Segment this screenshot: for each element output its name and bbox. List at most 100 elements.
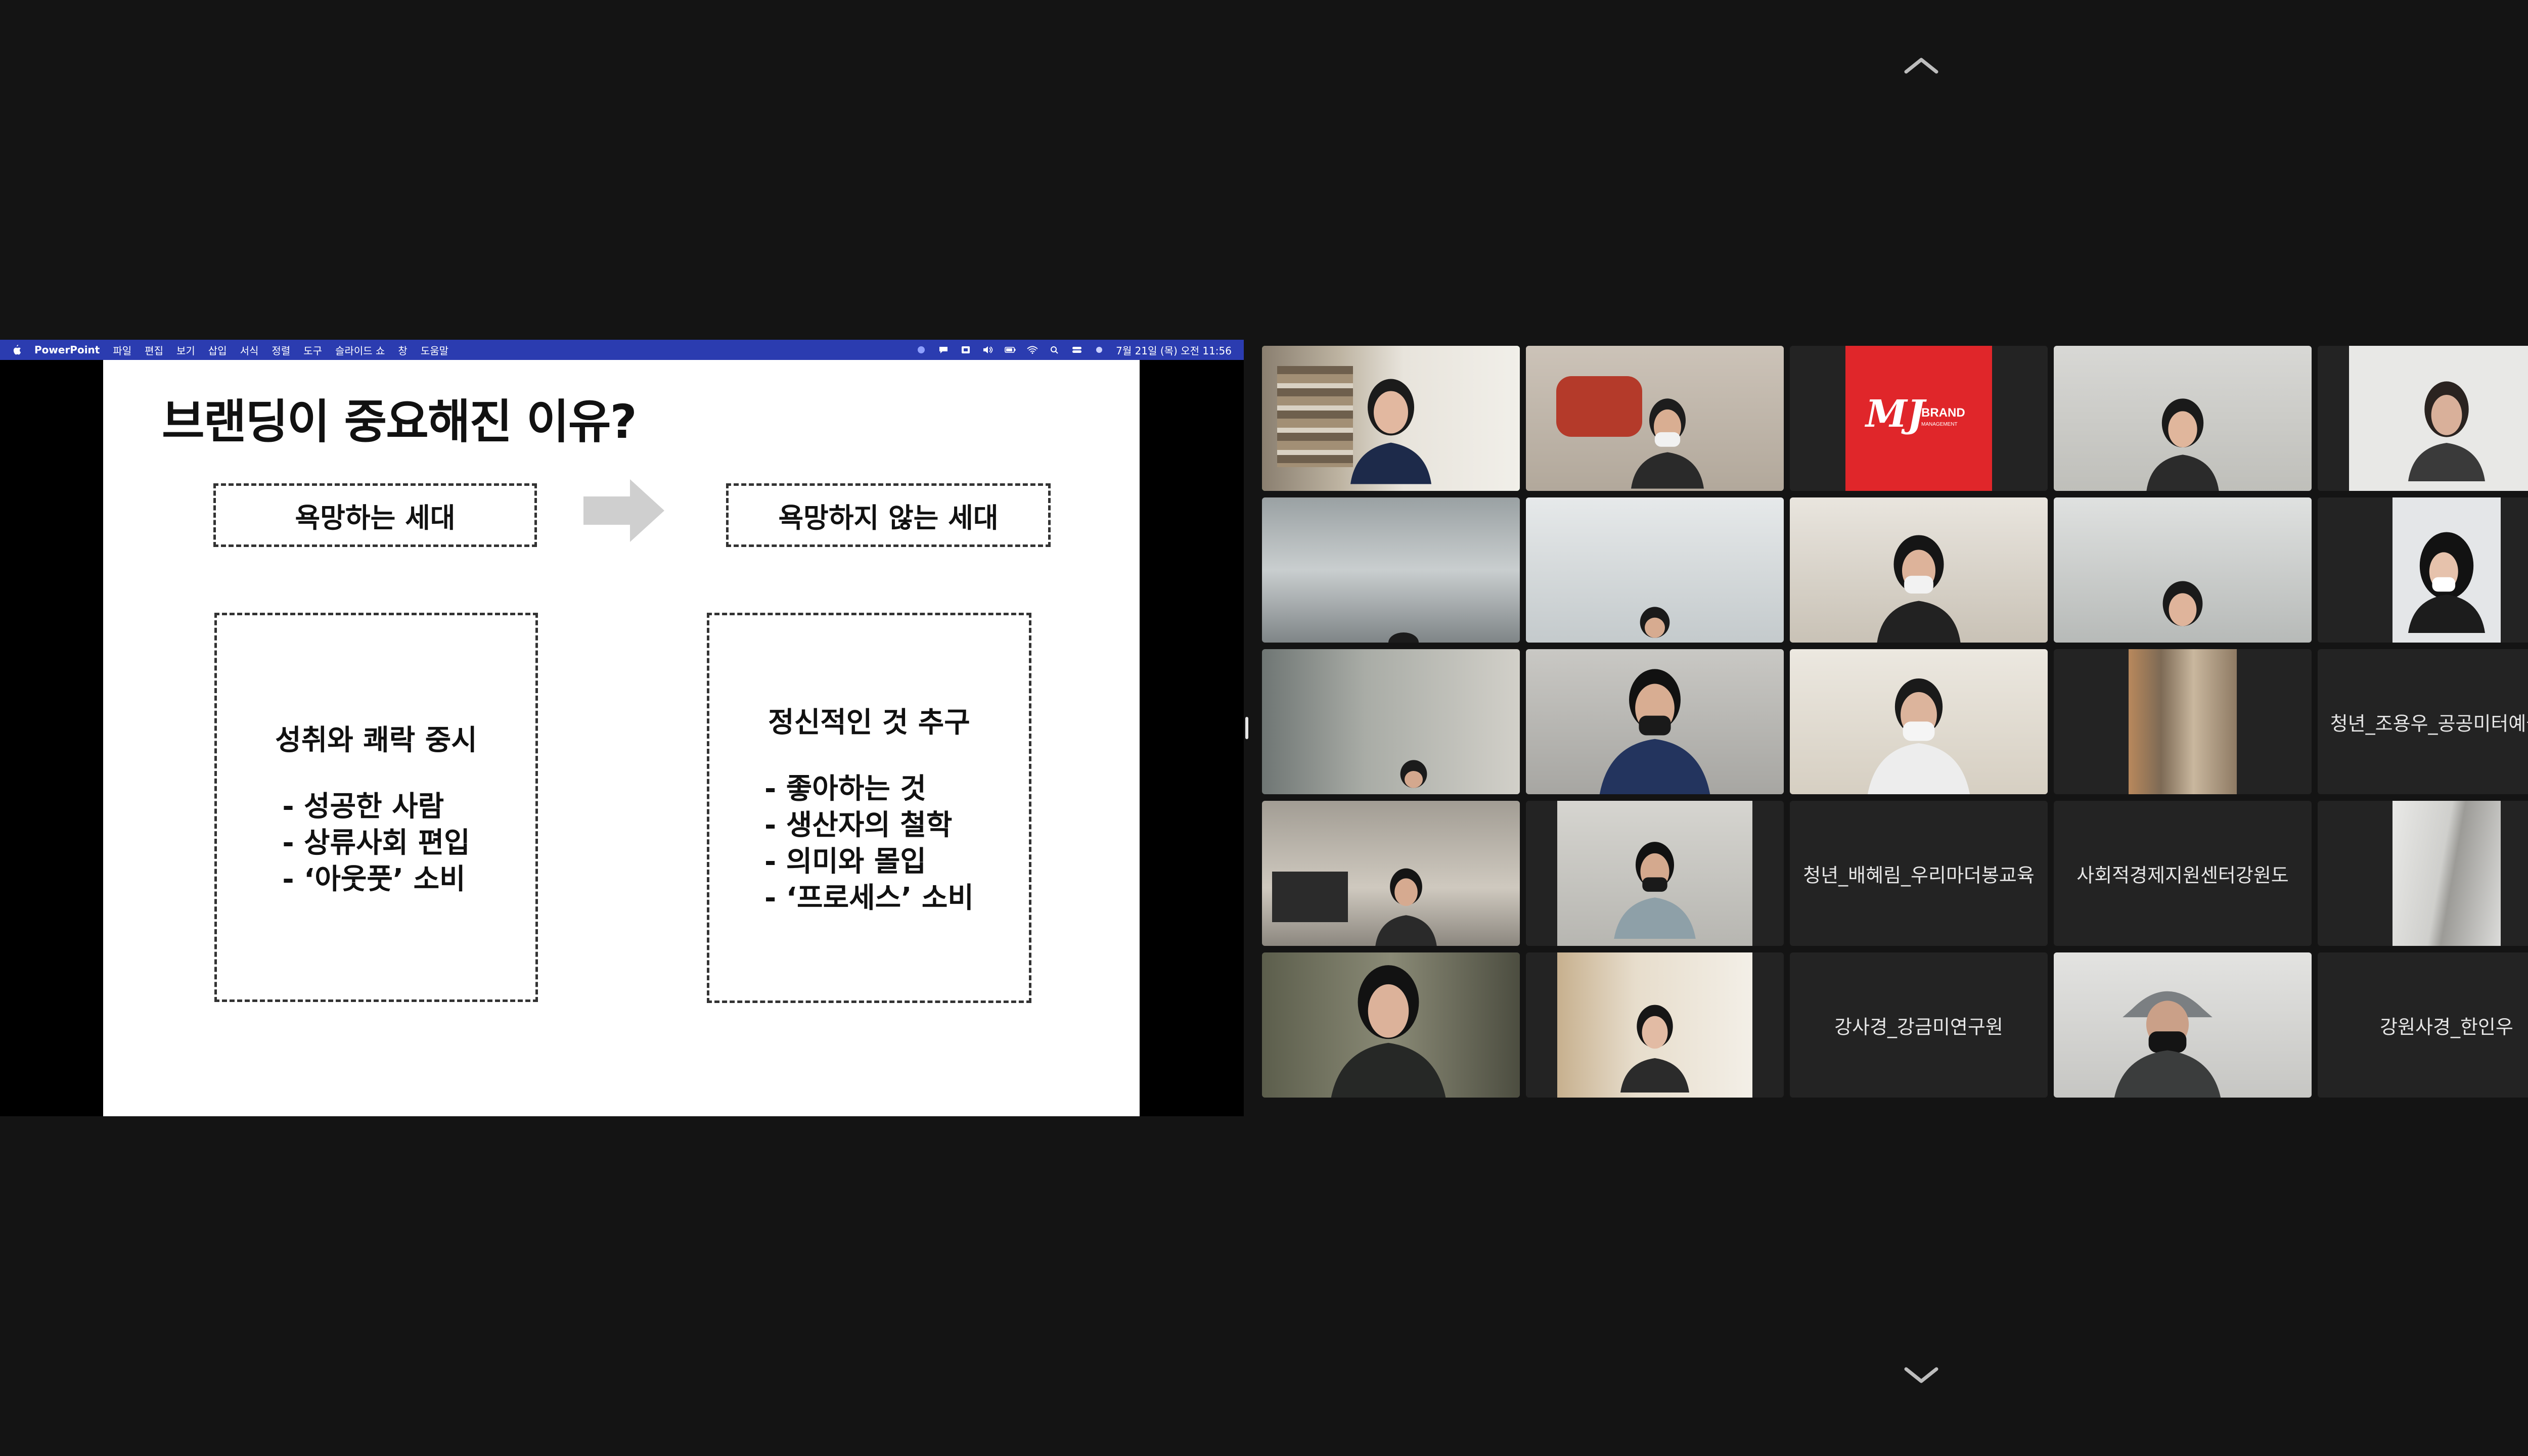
participant-silhouette — [2114, 991, 2221, 1098]
menubar-clock[interactable]: 7월 21일 (목) 오전 11:56 — [1116, 343, 1232, 357]
left-bullet-3: - ‘아웃풋’ 소비 — [282, 862, 466, 896]
menu-item-arrange[interactable]: 정렬 — [272, 343, 290, 357]
participant-tile[interactable] — [2054, 497, 2312, 643]
participant-silhouette — [1867, 678, 1970, 794]
zoom-status-icon[interactable] — [916, 346, 927, 354]
participant-tile[interactable]: 사회적경제지원센터강원도 — [2054, 801, 2312, 946]
participant-name: 청년_조용우_공공미터예술… — [2330, 712, 2528, 735]
participant-tile[interactable]: 강사경_강금미연구원 — [1790, 952, 2048, 1098]
keyboard-input-icon[interactable] — [960, 346, 971, 354]
participant-tile[interactable]: 청년_배혜림_우리마더봉교육 — [1790, 801, 2048, 946]
participant-tile[interactable] — [2318, 497, 2528, 643]
participant-silhouette — [1350, 379, 1431, 484]
control-center-icon[interactable] — [1071, 346, 1082, 354]
menu-item-slideshow[interactable]: 슬라이드 쇼 — [335, 343, 385, 357]
slide-title: 브랜딩이 중요해진 이유? — [162, 395, 637, 449]
menu-app-name[interactable]: PowerPoint — [34, 344, 100, 356]
logo-line1: BRAND — [1921, 406, 1965, 420]
logo-line2: MANAGEMENT — [1921, 422, 1958, 427]
right-box-heading: 정신적인 것 추구 — [768, 706, 970, 739]
brand-logo-tile: MJ BRAND MANAGEMENT — [1845, 346, 1992, 491]
participant-tile[interactable] — [1526, 649, 1784, 794]
participant-name: 강사경_강금미연구원 — [1834, 1016, 2003, 1038]
participant-silhouette — [1375, 868, 1437, 946]
right-content-box: 정신적인 것 추구 - 좋아하는 것 - 생산자의 철학 - 의미와 몰입 - … — [707, 613, 1031, 1003]
participant-tile[interactable] — [2318, 346, 2528, 491]
participant-tile[interactable]: MJ BRAND MANAGEMENT — [1790, 346, 2048, 491]
left-bullet-list: - 성공한 사람 - 상류사회 편입 - ‘아웃풋’ 소비 — [282, 789, 470, 898]
participant-tile[interactable] — [1526, 346, 1784, 491]
menu-item-help[interactable]: 도움말 — [421, 343, 448, 357]
gallery-prev-page-icon[interactable] — [1901, 56, 1942, 76]
participant-video — [2392, 801, 2501, 946]
participant-tile[interactable]: 강원사경_한인우 — [2318, 952, 2528, 1098]
participant-tile[interactable] — [2054, 649, 2312, 794]
participant-name: 강원사경_한인우 — [2380, 1016, 2513, 1038]
split-view-drag-handle[interactable] — [1245, 717, 1248, 739]
desiring-generation-text: 욕망하는 세대 — [295, 502, 456, 534]
participant-silhouette — [1877, 535, 1961, 643]
participant-silhouette — [1640, 607, 1670, 638]
siri-icon[interactable] — [1094, 346, 1105, 354]
participant-silhouette — [1400, 760, 1427, 788]
participant-tile[interactable] — [1262, 801, 1520, 946]
chat-icon[interactable] — [938, 346, 949, 354]
participant-gallery: MJ BRAND MANAGEMENT 청년_조용우_공공미터예 청년_배혜림_… — [1262, 346, 2528, 1098]
wifi-icon[interactable] — [1027, 346, 1038, 354]
menu-item-edit[interactable]: 편집 — [145, 343, 163, 357]
participant-silhouette — [2146, 398, 2219, 491]
participant-tile-speaker[interactable] — [1262, 346, 1520, 491]
participant-video — [1262, 497, 1520, 643]
participant-tile[interactable] — [2054, 952, 2312, 1098]
participant-tile[interactable]: 청년_조용우_공공미터예술… — [2318, 649, 2528, 794]
gallery-next-page-icon[interactable] — [1901, 1365, 1942, 1385]
left-bullet-2: - 상류사회 편입 — [282, 826, 470, 859]
arrow-right-icon — [583, 479, 664, 542]
menu-item-tools[interactable]: 도구 — [303, 343, 322, 357]
participant-name: 사회적경제지원센터강원도 — [2076, 864, 2289, 886]
participant-tile[interactable] — [1526, 497, 1784, 643]
monitor — [1272, 872, 1348, 922]
battery-icon[interactable] — [1005, 346, 1016, 354]
participant-silhouette — [2162, 581, 2203, 626]
participant-silhouette — [1620, 1005, 1689, 1093]
participant-tile[interactable] — [1262, 649, 1520, 794]
participant-silhouette — [1599, 669, 1710, 794]
participant-silhouette — [1614, 842, 1696, 939]
volume-icon[interactable] — [982, 346, 994, 354]
menu-item-view[interactable]: 보기 — [176, 343, 195, 357]
non-desiring-generation-label: 욕망하지 않는 세대 — [726, 483, 1051, 547]
participant-tile[interactable] — [1526, 801, 1784, 946]
participant-tile[interactable] — [1526, 952, 1784, 1098]
participant-silhouette — [1631, 398, 1704, 489]
logo-mark: MJ — [1864, 392, 1927, 436]
menu-item-format[interactable]: 서식 — [240, 343, 259, 357]
mac-menu-bar: PowerPoint 파일 편집 보기 삽입 서식 정렬 도구 슬라이드 쇼 창… — [0, 340, 1244, 360]
right-bullet-1: - 좋아하는 것 — [764, 772, 926, 805]
participant-silhouette — [1388, 632, 1419, 643]
participant-tile[interactable] — [1790, 649, 2048, 794]
participant-silhouette — [2408, 532, 2485, 633]
participant-video — [2129, 649, 2237, 794]
participant-silhouette — [1331, 965, 1446, 1098]
participant-tile[interactable] — [2054, 346, 2312, 491]
shared-screen: PowerPoint 파일 편집 보기 삽입 서식 정렬 도구 슬라이드 쇼 창… — [0, 340, 1244, 1116]
participant-name: 청년_배혜림_우리마더봉교육 — [1803, 864, 2035, 886]
presentation-slide: 브랜딩이 중요해진 이유? 욕망하는 세대 욕망하지 않는 세대 성취와 쾌락 … — [103, 360, 1140, 1116]
menu-item-file[interactable]: 파일 — [113, 343, 131, 357]
menu-item-window[interactable]: 창 — [398, 343, 407, 357]
desiring-generation-label: 욕망하는 세대 — [213, 483, 537, 547]
apple-icon[interactable] — [12, 345, 21, 355]
right-bullet-list: - 좋아하는 것 - 생산자의 철학 - 의미와 몰입 - ‘프로세스’ 소비 — [764, 771, 974, 917]
participant-tile[interactable] — [1262, 952, 1520, 1098]
left-content-box: 성취와 쾌락 중시 - 성공한 사람 - 상류사회 편입 - ‘아웃풋’ 소비 — [214, 613, 538, 1002]
non-desiring-generation-text: 욕망하지 않는 세대 — [778, 502, 999, 534]
left-bullet-1: - 성공한 사람 — [282, 790, 444, 823]
mj-brand-logo: MJ BRAND MANAGEMENT — [1864, 392, 1965, 436]
search-icon[interactable] — [1049, 346, 1060, 354]
menu-item-insert[interactable]: 삽입 — [208, 343, 227, 357]
participant-tile[interactable] — [1262, 497, 1520, 643]
right-bullet-4: - ‘프로세스’ 소비 — [764, 881, 974, 915]
participant-tile[interactable] — [1790, 497, 2048, 643]
participant-tile[interactable] — [2318, 801, 2528, 946]
